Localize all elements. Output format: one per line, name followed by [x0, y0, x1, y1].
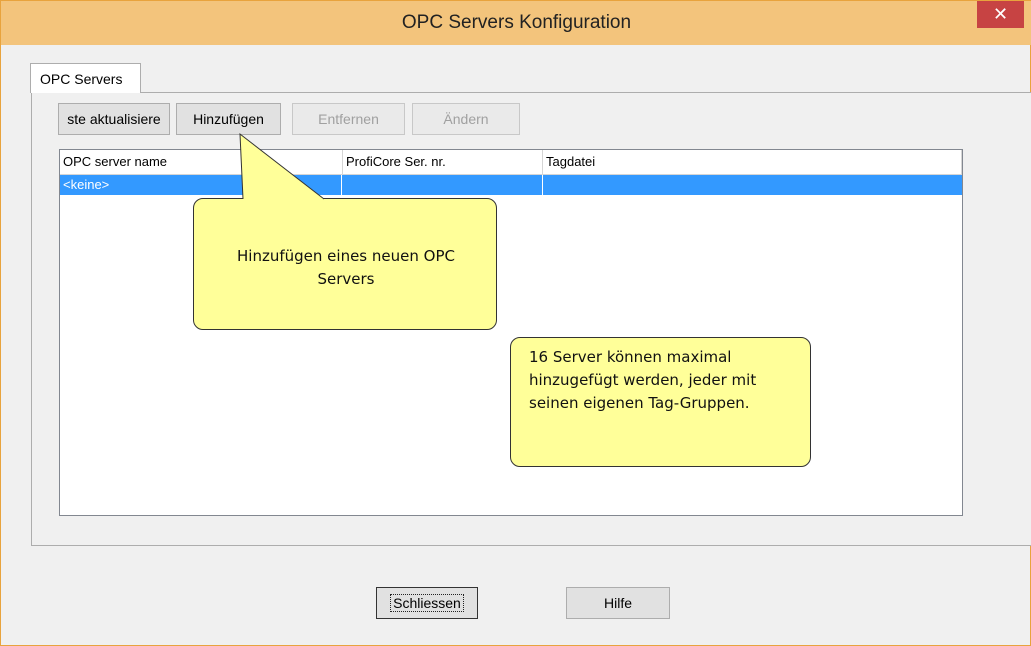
close-button-label: Schliessen [390, 594, 464, 612]
add-server-callout: Hinzufügen eines neuen OPC Servers [193, 132, 497, 330]
column-header-serial-number[interactable]: ProfiCore Ser. nr. [343, 150, 543, 175]
table-row[interactable]: <keine> [60, 175, 962, 195]
add-server-label: Hinzufügen [193, 111, 264, 127]
row-column-separator [341, 175, 342, 195]
edit-server-button[interactable]: Ändern [412, 103, 520, 135]
server-limit-callout: 16 Server können maximal hinzugefügt wer… [510, 337, 811, 467]
help-button-label: Hilfe [603, 595, 632, 611]
tab-opc-servers[interactable]: OPC Servers [30, 63, 141, 93]
help-button[interactable]: Hilfe [566, 587, 670, 619]
add-server-button[interactable]: Hinzufügen [176, 103, 281, 135]
refresh-list-label: ste aktualisiere [67, 111, 161, 127]
refresh-list-button[interactable]: ste aktualisiere [58, 103, 170, 135]
column-header-server-name[interactable]: OPC server name [60, 150, 343, 175]
server-limit-callout-text: 16 Server können maximal hinzugefügt wer… [529, 348, 757, 412]
dialog-window: OPC Servers Konfiguration ✕ OPC Servers … [0, 0, 1031, 646]
add-server-callout-text: Hinzufügen eines neuen OPC Servers [237, 247, 455, 288]
remove-server-button[interactable]: Entfernen [292, 103, 405, 135]
cell-tag-file [543, 175, 962, 195]
remove-server-label: Entfernen [318, 111, 379, 127]
close-icon: ✕ [992, 4, 1009, 24]
close-button[interactable]: Schliessen [376, 587, 478, 619]
column-header-tag-file[interactable]: Tagdatei [543, 150, 962, 175]
cell-serial-number [343, 175, 543, 195]
close-window-button[interactable]: ✕ [977, 1, 1024, 28]
tab-label: OPC Servers [40, 71, 123, 87]
edit-server-label: Ändern [443, 111, 489, 127]
window-title: OPC Servers Konfiguration [401, 12, 632, 33]
title-bar: OPC Servers Konfiguration ✕ [1, 1, 1031, 45]
